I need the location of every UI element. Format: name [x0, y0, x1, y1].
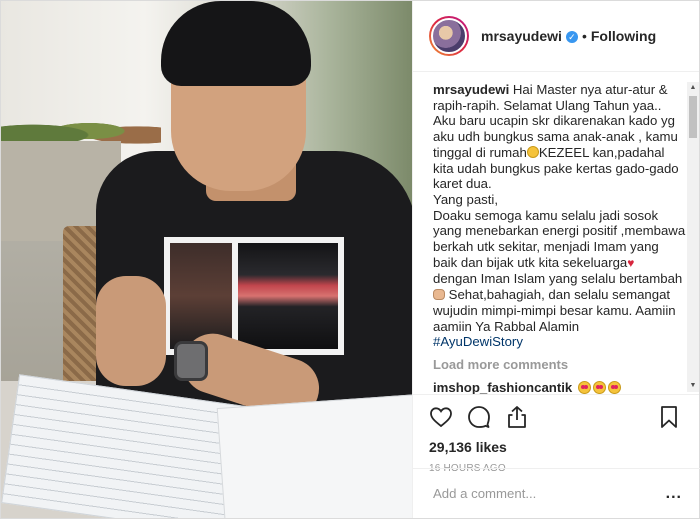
header-separator: • [581, 28, 587, 44]
comment-item: imshop_fashioncantik [433, 380, 677, 394]
post-header: mrsayudewi ✓ • Following [413, 1, 699, 72]
hashtag-link[interactable]: #AyuDewiStory [433, 334, 677, 350]
header-username[interactable]: mrsayudewi ✓ [481, 28, 578, 44]
comment-input[interactable] [433, 486, 666, 501]
heart-eyes-emoji-icon [592, 380, 606, 394]
photo-arm [96, 276, 166, 386]
bookmark-icon[interactable] [657, 405, 681, 429]
smile-emoji-icon [526, 145, 539, 158]
caption-username[interactable]: mrsayudewi [433, 82, 509, 97]
heart-eyes-emoji-icon [607, 380, 621, 394]
more-options-icon[interactable]: ... [666, 485, 682, 503]
photo-papers-2 [216, 394, 412, 518]
photo-watch [174, 341, 208, 381]
post-photo[interactable] [1, 1, 412, 518]
heart-eyes-emoji-icon [577, 380, 591, 394]
post-side-panel: mrsayudewi ✓ • Following mrsayudewi Hai M… [412, 1, 700, 518]
comment-username[interactable]: imshop_fashioncantik [433, 380, 572, 394]
scroll-up-arrow-icon[interactable]: ▲ [687, 82, 699, 94]
comments-scrollbar[interactable]: ▲ ▼ [687, 82, 699, 392]
post-actions: 29,136 likes 16 HOURS AGO [413, 394, 699, 474]
instagram-post-modal: mrsayudewi ✓ • Following mrsayudewi Hai M… [0, 0, 700, 519]
heart-icon[interactable] [429, 405, 453, 429]
share-icon[interactable] [505, 405, 529, 429]
praying-hands-emoji-icon [433, 289, 445, 301]
caption: mrsayudewi Hai Master nya atur-atur & ra… [433, 82, 686, 350]
photo-hair [161, 1, 311, 86]
comment-bubble-icon[interactable] [467, 405, 491, 429]
load-more-comments-button[interactable]: Load more comments [433, 357, 677, 372]
verified-icon: ✓ [565, 31, 578, 43]
avatar[interactable] [429, 16, 469, 56]
heart-emoji-icon: ♥ [627, 255, 635, 270]
likes-count[interactable]: 29,136 likes [429, 439, 683, 455]
add-comment-bar: ... [413, 468, 700, 518]
photo-shirt-print [164, 237, 344, 355]
scroll-down-arrow-icon[interactable]: ▼ [687, 380, 699, 392]
comments-area: mrsayudewi Hai Master nya atur-atur & ra… [413, 72, 699, 394]
following-button[interactable]: Following [591, 28, 656, 44]
scrollbar-thumb[interactable] [689, 96, 697, 138]
